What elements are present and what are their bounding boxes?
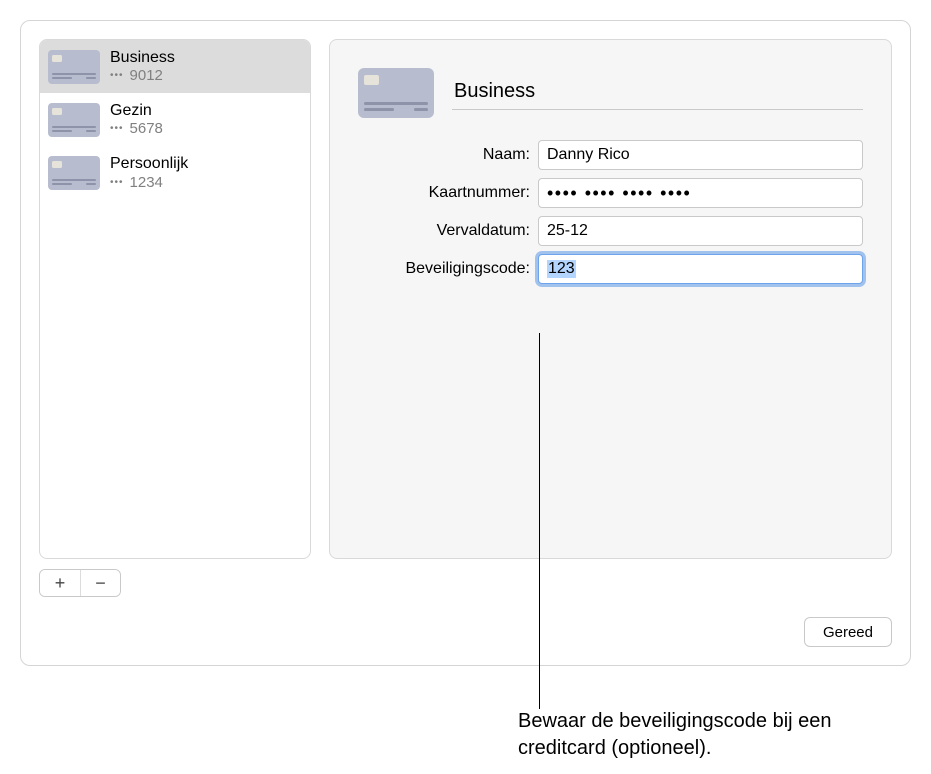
card-title-input[interactable]: [452, 76, 863, 110]
sidebar-item-title: Business: [110, 48, 175, 67]
sidebar-item-text: Gezin ••• 5678: [110, 101, 163, 138]
done-row: Gereed: [39, 617, 892, 647]
row-number: Kaartnummer: •••• •••• •••• ••••: [394, 178, 863, 208]
row-expiry: Vervaldatum:: [394, 216, 863, 246]
remove-card-button[interactable]: −: [80, 570, 120, 596]
sidebar-item-title: Gezin: [110, 101, 163, 120]
cardholder-name-input[interactable]: [538, 140, 863, 170]
sidebar-item-title: Persoonlijk: [110, 154, 188, 173]
label-name: Naam:: [394, 146, 538, 164]
label-expiry: Vervaldatum:: [394, 222, 538, 240]
sidebar-item-text: Persoonlijk ••• 1234: [110, 154, 188, 191]
card-title-wrap: [452, 76, 863, 110]
card-detail-panel: Naam: Kaartnummer: •••• •••• •••• •••• V…: [329, 39, 892, 559]
row-cvc: Beveiligingscode: 123: [394, 254, 863, 284]
credit-card-icon: [48, 103, 100, 137]
card-number-input[interactable]: •••• •••• •••• ••••: [538, 178, 863, 208]
security-code-input[interactable]: 123: [538, 254, 863, 284]
below-row: + −: [39, 569, 892, 597]
sidebar-item-last4: ••• 9012: [110, 67, 175, 85]
label-number: Kaartnummer:: [394, 184, 538, 202]
cards-sidebar: Business ••• 9012 Gezin ••• 5678: [39, 39, 311, 559]
sidebar-item-last4: ••• 5678: [110, 120, 163, 138]
credit-card-icon: [358, 68, 434, 118]
content-row: Business ••• 9012 Gezin ••• 5678: [39, 39, 892, 559]
expiry-input[interactable]: [538, 216, 863, 246]
add-card-button[interactable]: +: [40, 570, 80, 596]
done-button[interactable]: Gereed: [804, 617, 892, 647]
form-rows: Naam: Kaartnummer: •••• •••• •••• •••• V…: [394, 140, 863, 284]
sidebar-item-persoonlijk[interactable]: Persoonlijk ••• 1234: [40, 146, 310, 199]
callout-text: Bewaar de beveiligingscode bij een credi…: [518, 708, 878, 762]
credit-card-icon: [48, 50, 100, 84]
sidebar-item-last4: ••• 1234: [110, 174, 188, 192]
sidebar-item-gezin[interactable]: Gezin ••• 5678: [40, 93, 310, 146]
credit-card-icon: [48, 156, 100, 190]
callout-line: [539, 333, 540, 709]
detail-header: [358, 68, 863, 118]
autofill-cards-window: Business ••• 9012 Gezin ••• 5678: [20, 20, 911, 666]
add-remove-group: + −: [39, 569, 121, 597]
row-name: Naam:: [394, 140, 863, 170]
label-cvc: Beveiligingscode:: [394, 260, 538, 278]
sidebar-item-text: Business ••• 9012: [110, 48, 175, 85]
sidebar-item-business[interactable]: Business ••• 9012: [40, 40, 310, 93]
